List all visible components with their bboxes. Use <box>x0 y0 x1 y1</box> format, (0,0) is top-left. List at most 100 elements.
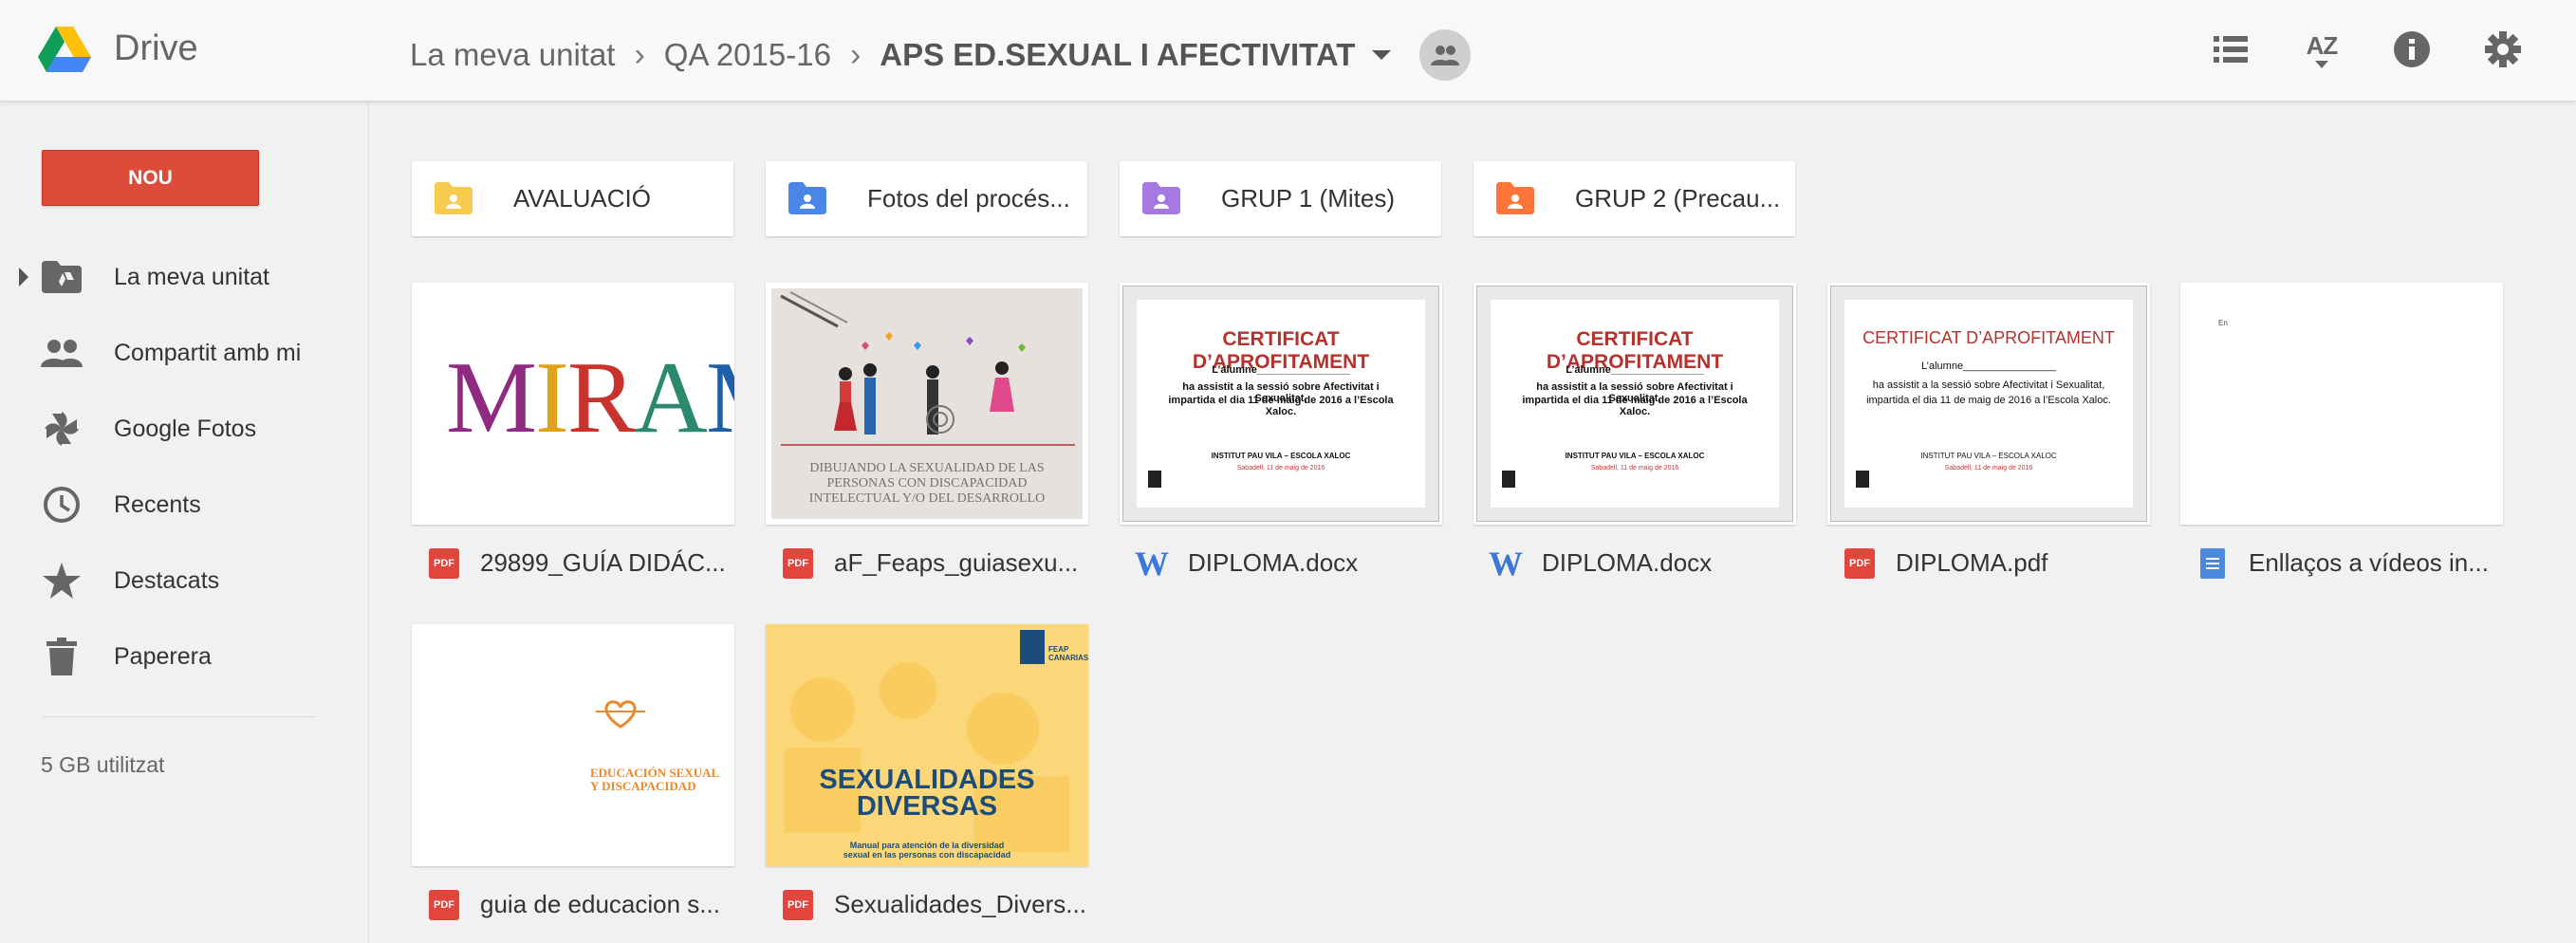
file-meta: PDF aF_Feaps_guiasexu... <box>766 545 1088 582</box>
pdf-file-icon: PDF <box>429 548 459 579</box>
file-thumbnail[interactable]: EDUCACIÓN SEXUAL Y DISCAPACIDAD <box>412 624 734 866</box>
drive-folder-icon <box>38 253 85 301</box>
app-name[interactable]: Drive <box>114 28 198 69</box>
certificate-thumbnail: CERTIFICAT D’APROFITAMENT L’alumne______… <box>1476 286 1793 522</box>
storage-usage[interactable]: 5 GB utilitzat <box>41 752 164 778</box>
sort-az-icon[interactable]: AZ <box>2297 25 2346 74</box>
thumbnail-text: INTELECTUAL Y/O DEL DESARROLLO <box>808 491 1046 506</box>
certificate-thumbnail: CERTIFICAT D’APROFITAMENT L’alumne______… <box>1830 286 2147 522</box>
thumbnail-text: Sabadell, 11 de maig de 2016 <box>1944 465 2033 472</box>
thumbnail-text: EDUCACIÓN SEXUAL <box>590 766 720 780</box>
people-icon <box>38 329 85 377</box>
thumbnail-text: MIRAME <box>446 342 734 454</box>
thumbnail-illustration: DIBUJANDO LA SEXUALIDAD DE LAS PERSONAS … <box>771 288 1083 519</box>
thumbnail-text: INSTITUT PAU VILA – ESCOLA XALOC <box>1211 452 1351 460</box>
file-meta: Enllaços a vídeos in... <box>2180 545 2503 582</box>
file-thumbnail[interactable]: CERTIFICAT D’APROFITAMENT L’alumne______… <box>1473 283 1796 525</box>
file-thumbnail[interactable]: MIRAME <box>412 283 734 525</box>
shared-folder-icon <box>788 182 826 214</box>
file-thumbnail[interactable]: En <box>2180 283 2503 525</box>
sidebar-item-photos[interactable]: Google Fotos <box>0 396 368 462</box>
sidebar-item-label: Google Fotos <box>114 415 257 442</box>
thumbnail-text: En <box>2218 319 2228 327</box>
info-icon[interactable] <box>2387 25 2437 74</box>
pdf-file-icon: PDF <box>783 548 813 579</box>
word-file-icon: W <box>1135 545 1169 582</box>
pinwheel-icon <box>38 405 85 453</box>
file-name: aF_Feaps_guiasexu... <box>834 548 1079 577</box>
file-thumbnail[interactable]: DIBUJANDO LA SEXUALIDAD DE LAS PERSONAS … <box>766 283 1088 525</box>
thumbnail-text: DIBUJANDO LA SEXUALIDAD DE LAS <box>809 461 1045 475</box>
file-thumbnail[interactable]: FEAP CANARIAS SEXUALIDADES DIVERSAS Manu… <box>766 624 1088 866</box>
folder-name: GRUP 1 (Mites) <box>1221 184 1395 213</box>
pdf-file-icon: PDF <box>783 890 813 920</box>
sidebar-item-label: La meva unitat <box>114 263 269 290</box>
file-name: DIPLOMA.docx <box>1542 548 1713 577</box>
clock-icon <box>38 481 85 528</box>
folder-name: GRUP 2 (Precau... <box>1575 184 1781 213</box>
chevron-down-icon[interactable] <box>1372 50 1392 60</box>
thumbnail-text: DIVERSAS <box>856 791 998 822</box>
word-file-icon: W <box>1489 545 1523 582</box>
sidebar-item-shared[interactable]: Compartit amb mi <box>0 320 368 386</box>
breadcrumb-my-drive[interactable]: La meva unitat <box>410 37 615 73</box>
trash-icon <box>38 633 85 680</box>
expand-arrow-icon[interactable] <box>19 268 28 287</box>
thumbnail-text: impartida el dia 11 de maig de 2016 a l’… <box>1168 395 1394 417</box>
breadcrumb-current-folder[interactable]: APS ED.SEXUAL I AFECTIVITAT <box>880 37 1355 73</box>
sidebar-item-label: Compartit amb mi <box>114 339 302 366</box>
file-meta: PDF Sexualidades_Divers... <box>766 886 1088 924</box>
thumbnail-cover: FEAP CANARIAS SEXUALIDADES DIVERSAS Manu… <box>766 624 1088 866</box>
shared-folder-icon <box>1496 182 1534 214</box>
thumbnail-text: PERSONAS CON DISCAPACIDAD <box>826 476 1028 490</box>
star-icon <box>38 557 85 604</box>
thumbnail-text: L’alumne________________ <box>1566 364 1704 376</box>
thumbnail-text: INSTITUT PAU VILA – ESCOLA XALOC <box>1565 452 1705 460</box>
google-doc-icon <box>2197 548 2228 579</box>
file-meta: PDF DIPLOMA.pdf <box>1827 545 2150 582</box>
file-thumbnail[interactable]: CERTIFICAT D’APROFITAMENT L’alumne______… <box>1120 283 1442 525</box>
sidebar-divider <box>42 716 317 717</box>
folder-card[interactable]: AVALUACIÓ <box>412 161 733 236</box>
thumbnail-text: impartida el dia 11 de maig de 2016 a l’… <box>1522 395 1748 417</box>
sidebar-item-my-drive[interactable]: La meva unitat <box>0 244 368 310</box>
shared-folder-icon <box>1142 182 1180 214</box>
settings-icon[interactable] <box>2478 25 2528 74</box>
folder-card[interactable]: Fotos del procés... <box>766 161 1087 236</box>
pdf-file-icon: PDF <box>1844 548 1875 579</box>
file-name: guia de educacion s... <box>480 890 720 918</box>
breadcrumb: La meva unitat › QA 2015-16 › APS ED.SEX… <box>410 29 1472 81</box>
shared-folder-icon[interactable] <box>1419 29 1472 81</box>
heart-logo-icon <box>596 700 645 729</box>
file-meta: PDF guia de educacion s... <box>412 886 734 924</box>
sidebar-item-trash[interactable]: Paperera <box>0 623 368 690</box>
file-name: 29899_GUÍA DIDÁC... <box>480 548 726 577</box>
file-name: Sexualidades_Divers... <box>834 890 1086 918</box>
sidebar-item-starred[interactable]: Destacats <box>0 547 368 614</box>
thumbnail-text: Y DISCAPACIDAD <box>590 779 696 793</box>
file-name: DIPLOMA.docx <box>1188 548 1359 577</box>
feap-logo-icon <box>1020 630 1045 664</box>
pdf-file-icon: PDF <box>429 890 459 920</box>
folder-name: Fotos del procés... <box>867 184 1070 213</box>
new-button[interactable]: NOU <box>42 150 259 206</box>
thumbnail-text: ha assistit a la sessió sobre Afectivita… <box>1872 379 2105 391</box>
file-thumbnail[interactable]: CERTIFICAT D’APROFITAMENT L’alumne______… <box>1827 283 2150 525</box>
certificate-thumbnail: CERTIFICAT D’APROFITAMENT L’alumne______… <box>1122 286 1439 522</box>
file-name: DIPLOMA.pdf <box>1896 548 2048 577</box>
drive-logo-icon[interactable] <box>38 27 91 72</box>
folder-card[interactable]: GRUP 2 (Precau... <box>1473 161 1795 236</box>
sidebar-item-label: Recents <box>114 490 201 518</box>
thumbnail-text: Sabadell, 11 de maig de 2016 <box>1236 465 1325 472</box>
thumbnail-text: L’alumne________________ <box>1921 361 2056 372</box>
thumbnail-text: Manual para atención de la diversidad se… <box>843 841 1011 860</box>
thumbnail-text: INSTITUT PAU VILA – ESCOLA XALOC <box>1920 452 2057 460</box>
folder-card[interactable]: GRUP 1 (Mites) <box>1120 161 1441 236</box>
thumbnail-text: Sabadell, 11 de maig de 2016 <box>1590 465 1679 472</box>
breadcrumb-qa-folder[interactable]: QA 2015-16 <box>664 37 831 73</box>
list-view-icon[interactable] <box>2206 25 2255 74</box>
sort-label: AZ <box>2306 30 2339 60</box>
sidebar-item-recent[interactable]: Recents <box>0 472 368 538</box>
folder-name: AVALUACIÓ <box>513 184 651 213</box>
sidebar: NOU La meva unitat Compartit amb mi Goog… <box>0 102 369 943</box>
